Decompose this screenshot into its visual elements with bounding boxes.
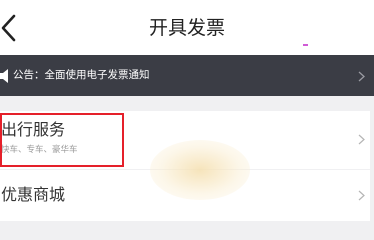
chevron-right-icon: [358, 134, 365, 145]
decorative-mark: [303, 44, 308, 46]
blur-overlay: [150, 140, 250, 200]
section-gap: [0, 96, 374, 111]
speaker-icon: [0, 69, 8, 83]
chevron-right-icon: [358, 190, 365, 201]
chevron-right-icon: [358, 71, 365, 82]
list-item-label: 优惠商城: [1, 185, 66, 204]
highlight-box: [0, 113, 124, 167]
notice-bar[interactable]: 公告：全面使用电子发票通知: [0, 55, 374, 96]
page-title: 开具发票: [148, 17, 225, 39]
page-background: [0, 221, 374, 240]
header-bar: 开具发票: [0, 0, 374, 55]
notice-text: 公告：全面使用电子发票通知: [13, 69, 150, 81]
